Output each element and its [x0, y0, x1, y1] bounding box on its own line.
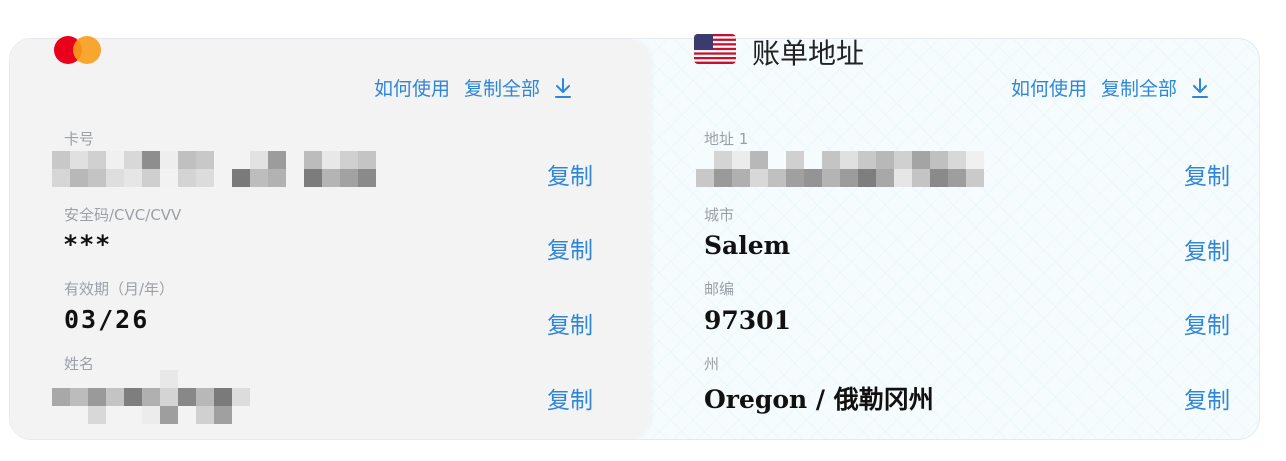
copy-state-button[interactable]: 复制: [1184, 381, 1230, 415]
us-flag-icon: [694, 34, 736, 64]
name-redacted: [52, 370, 250, 424]
address-label: 地址 1: [704, 130, 749, 148]
expiry-value: 03/26: [64, 305, 150, 334]
cvv-value: ***: [64, 230, 113, 259]
zip-value: 97301: [704, 306, 791, 335]
copy-cvv-button[interactable]: 复制: [547, 231, 593, 265]
copy-all-link[interactable]: 复制全部: [1101, 74, 1177, 101]
copy-zip-button[interactable]: 复制: [1184, 306, 1230, 340]
card-number-label: 卡号: [64, 130, 95, 148]
how-to-use-link[interactable]: 如何使用: [1011, 74, 1087, 101]
copy-name-button[interactable]: 复制: [547, 381, 593, 415]
download-icon[interactable]: [554, 77, 572, 99]
state-value: Oregon / 俄勒冈州: [704, 385, 934, 414]
card-number-redacted: [52, 151, 376, 187]
copy-all-link[interactable]: 复制全部: [464, 74, 540, 101]
billing-panel-actions: 如何使用 复制全部: [1011, 74, 1209, 101]
zip-label: 邮编: [704, 280, 735, 298]
cvv-label: 安全码/CVC/CVV: [64, 206, 182, 224]
state-label: 州: [704, 355, 720, 373]
copy-address-button[interactable]: 复制: [1184, 157, 1230, 191]
card-panel-actions: 如何使用 复制全部: [374, 74, 572, 101]
city-label: 城市: [704, 206, 735, 224]
download-icon[interactable]: [1191, 77, 1209, 99]
how-to-use-link[interactable]: 如何使用: [374, 74, 450, 101]
copy-city-button[interactable]: 复制: [1184, 232, 1230, 266]
city-value: Salem: [704, 231, 791, 260]
copy-card-number-button[interactable]: 复制: [547, 157, 593, 191]
billing-address-title: 账单地址: [752, 37, 865, 70]
address-redacted: [696, 151, 984, 187]
mastercard-logo-icon: [54, 36, 102, 64]
copy-expiry-button[interactable]: 复制: [547, 306, 593, 340]
expiry-label: 有效期（月/年）: [64, 280, 175, 298]
